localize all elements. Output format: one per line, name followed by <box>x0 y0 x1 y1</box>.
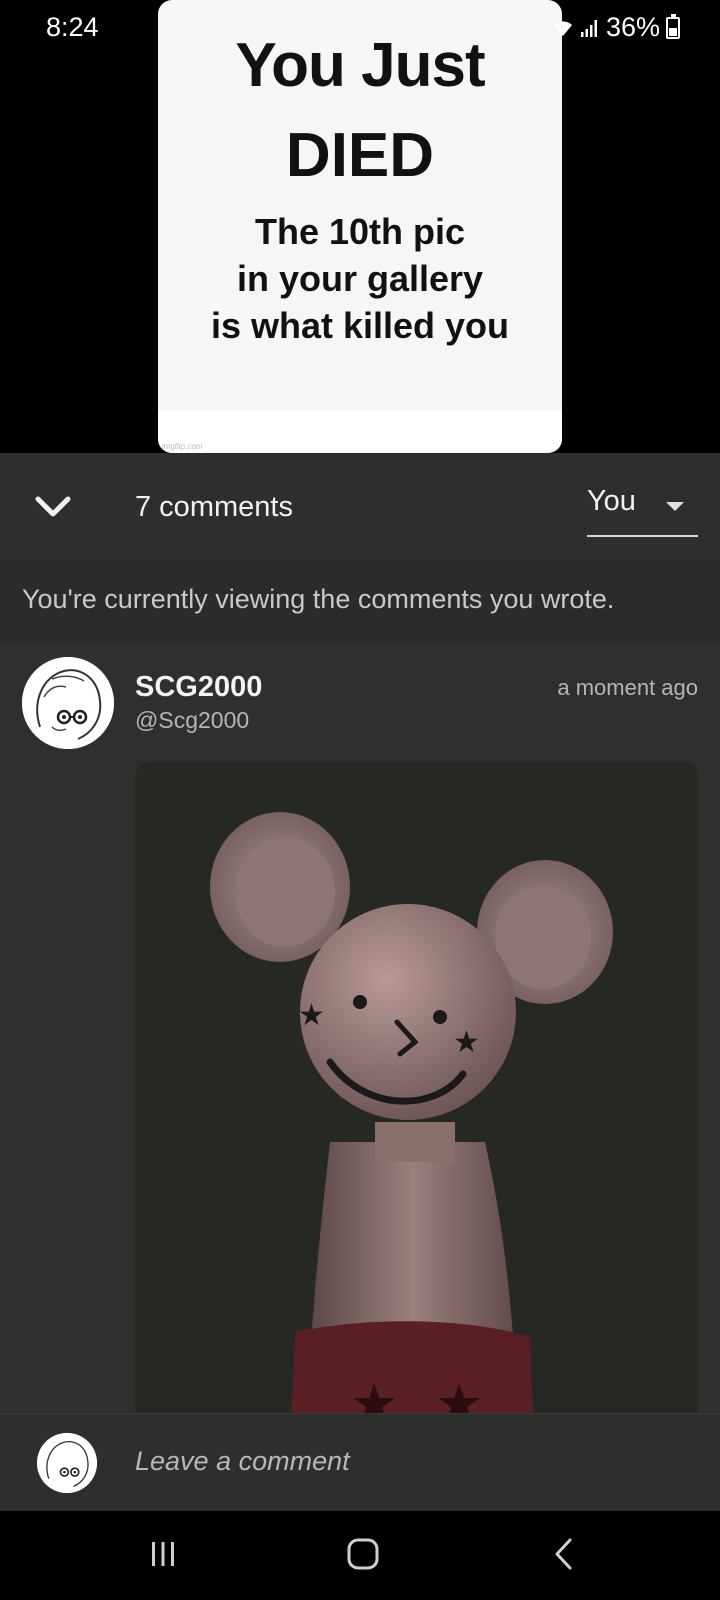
post-image-area: You Just DIED The 10th pic in your galle… <box>0 0 720 453</box>
status-indicators: 36% <box>552 12 680 43</box>
svg-text:★: ★ <box>298 998 325 1033</box>
meme-subtitle-line: in your gallery <box>236 258 484 299</box>
meme-title-line-2: DIED <box>285 121 435 190</box>
filter-notice-text: You're currently viewing the comments yo… <box>22 584 615 614</box>
comment-filter-value: You <box>587 485 636 517</box>
meme-subtitle-line: is what killed you <box>210 305 510 346</box>
svg-text:★: ★ <box>435 1372 483 1413</box>
mouse-character-image: ★ ★ ★ ★ <box>135 762 698 1413</box>
comments-header: 7 comments You <box>0 453 720 558</box>
comment-input[interactable]: Leave a comment <box>135 1446 350 1477</box>
status-bar: 8:24 36% <box>0 0 720 56</box>
system-nav-bar <box>0 1511 720 1600</box>
status-time: 8:24 <box>46 12 99 42</box>
back-icon <box>555 1538 572 1570</box>
avatar-drawing-icon <box>22 657 114 749</box>
comment-composer[interactable]: Leave a comment <box>0 1413 720 1511</box>
meme-subtitle: The 10th pic in your gallery is what kil… <box>158 208 562 349</box>
home-icon <box>347 1538 379 1570</box>
svg-text:★: ★ <box>453 1025 480 1060</box>
svg-text:★: ★ <box>350 1372 398 1413</box>
recents-button[interactable] <box>133 1529 193 1579</box>
battery-percent: 36% <box>605 12 660 42</box>
comment-author[interactable]: SCG2000 <box>135 671 262 704</box>
collapse-comments-button[interactable] <box>30 483 76 529</box>
chevron-down-icon <box>35 496 71 517</box>
comment-attachment-image[interactable]: ★ ★ ★ ★ <box>135 762 698 1413</box>
meme-footer <box>158 411 562 453</box>
comments-count: 7 comments <box>135 491 293 523</box>
avatar[interactable] <box>22 657 114 749</box>
home-button[interactable] <box>333 1529 393 1579</box>
comment-filter-dropdown[interactable]: You <box>587 475 698 537</box>
meme-subtitle-line: The 10th pic <box>254 211 466 252</box>
comment-timestamp: a moment ago <box>557 675 698 700</box>
avatar-drawing-icon <box>37 1433 97 1493</box>
meme-watermark: imgflip.com <box>162 442 203 451</box>
post-image[interactable]: You Just DIED The 10th pic in your galle… <box>158 0 562 453</box>
comment-item: SCG2000 @Scg2000 a moment ago ★ ★ ★ ★ <box>0 643 720 1413</box>
comment-handle: @Scg2000 <box>135 707 250 733</box>
recents-icon <box>152 1542 174 1566</box>
wifi-icon <box>553 20 572 36</box>
back-button[interactable] <box>535 1529 595 1579</box>
caret-down-icon <box>666 502 684 511</box>
signal-icon <box>580 19 597 37</box>
battery-icon <box>666 13 680 39</box>
composer-avatar <box>37 1433 97 1493</box>
filter-notice: You're currently viewing the comments yo… <box>0 558 720 643</box>
